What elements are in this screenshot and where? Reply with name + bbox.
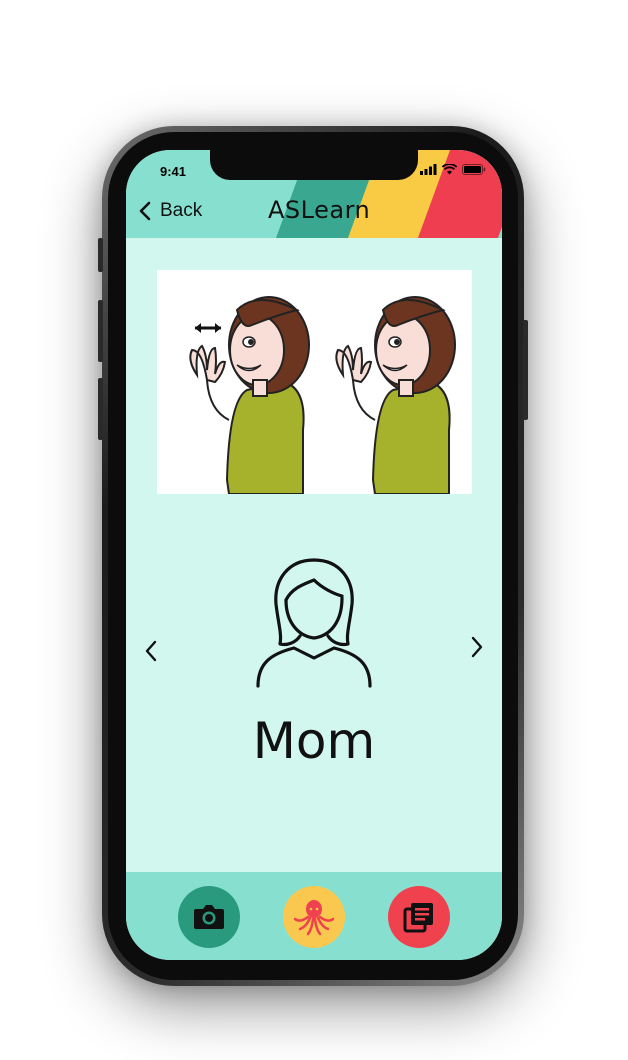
book-icon — [403, 903, 433, 933]
app-title: ASLearn — [268, 196, 371, 224]
asl-illustration — [157, 270, 472, 495]
bottom-tab-bar — [126, 872, 502, 960]
battery-icon — [462, 164, 486, 175]
signal-icon — [420, 164, 437, 175]
back-label: Back — [160, 200, 203, 221]
chevron-left-icon — [139, 201, 151, 221]
power-button — [523, 320, 528, 420]
woman-outline-icon — [256, 558, 372, 688]
camera-tab-button[interactable] — [178, 886, 240, 948]
status-icons — [420, 164, 486, 175]
word-label: Mom — [252, 712, 376, 770]
library-tab-button[interactable] — [388, 886, 450, 948]
app-screen: 9:41 Back ASLearn Mom — [126, 150, 502, 960]
volume-up-button — [98, 300, 103, 362]
notch — [210, 150, 418, 180]
mute-switch — [98, 238, 103, 272]
octopus-tab-button[interactable] — [283, 886, 345, 948]
status-time: 9:41 — [160, 164, 187, 179]
next-word-button[interactable] — [468, 634, 486, 660]
previous-word-button[interactable] — [142, 638, 160, 664]
wifi-icon — [442, 164, 457, 175]
octopus-icon — [293, 900, 335, 936]
back-button[interactable]: Back — [138, 200, 202, 222]
camera-icon — [194, 905, 224, 929]
volume-down-button — [98, 378, 103, 440]
asl-sign-mom-illustration — [189, 296, 456, 495]
